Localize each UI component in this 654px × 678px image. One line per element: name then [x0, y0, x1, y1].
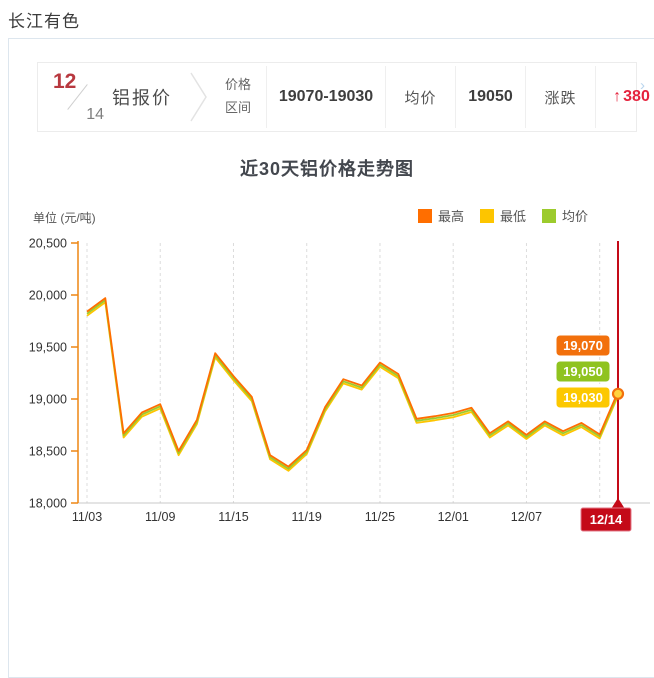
quote-date: 12 14 [52, 73, 106, 121]
y-tick-label: 19,000 [29, 393, 67, 407]
x-tick-label: 11/09 [145, 510, 175, 524]
x-tick-label: 11/25 [365, 510, 395, 524]
range-value: 19070-19030 [267, 88, 385, 106]
range-label-bottom: 区间 [210, 97, 266, 120]
y-tick-label: 18,000 [29, 497, 67, 511]
avg-legend-label: 均价 [562, 206, 588, 225]
high-legend-swatch [418, 209, 432, 223]
last-point-dot [613, 389, 623, 399]
page-title: 长江有色 [8, 7, 80, 32]
product-label: 铝报价 [112, 84, 188, 110]
quote-date-month: 12 [53, 70, 76, 94]
end-value-tag-label: 19,050 [563, 364, 603, 379]
x-tick-label: 12/07 [511, 510, 542, 524]
chart-title: 近30天铝价格走势图 [0, 155, 654, 181]
chart-legend: 最高 最低 均价 [418, 206, 588, 225]
legend-item-low: 最低 [480, 206, 526, 225]
quote-bar: 12 14 铝报价 价格 区间 19070-19030 均价 19050 涨跌 … [37, 62, 637, 132]
y-tick-label: 18,500 [29, 445, 67, 459]
series-line-0 [87, 298, 618, 467]
change-amount: 380 [623, 88, 650, 105]
low-legend-swatch [480, 209, 494, 223]
legend-item-avg: 均价 [542, 206, 588, 225]
up-arrow-icon: ↑ [613, 88, 621, 105]
series-line-1 [87, 302, 618, 471]
low-legend-label: 最低 [500, 206, 526, 225]
carousel-next-icon[interactable]: › [640, 78, 645, 93]
avg-legend-swatch [542, 209, 556, 223]
quote-date-day: 14 [86, 106, 104, 124]
avg-value: 19050 [456, 88, 525, 106]
end-value-tag-label: 19,070 [563, 338, 603, 353]
y-tick-label: 19,500 [29, 341, 67, 355]
avg-label: 均价 [386, 87, 455, 108]
legend-item-high: 最高 [418, 206, 464, 225]
range-label-top: 价格 [210, 74, 266, 97]
x-tick-label: 11/19 [292, 510, 322, 524]
range-label: 价格 区间 [210, 74, 266, 120]
x-tick-label: 11/15 [218, 510, 248, 524]
y-tick-label: 20,000 [29, 289, 67, 303]
x-tick-label: 12/01 [438, 510, 469, 524]
current-date-badge-label: 12/14 [590, 512, 623, 527]
x-tick-label: 11/03 [72, 510, 102, 524]
high-legend-label: 最高 [438, 206, 464, 225]
end-value-tag-label: 19,030 [563, 390, 603, 405]
change-label: 涨跌 [526, 87, 595, 108]
series-line-2 [87, 300, 618, 469]
y-tick-label: 20,500 [29, 237, 67, 251]
price-trend-chart: 18,000 18,500 19,000 19,500 20,000 20,500 11/0… [0, 224, 654, 554]
change-value: ↑380 [596, 88, 654, 106]
chevron-right-icon [188, 69, 210, 125]
